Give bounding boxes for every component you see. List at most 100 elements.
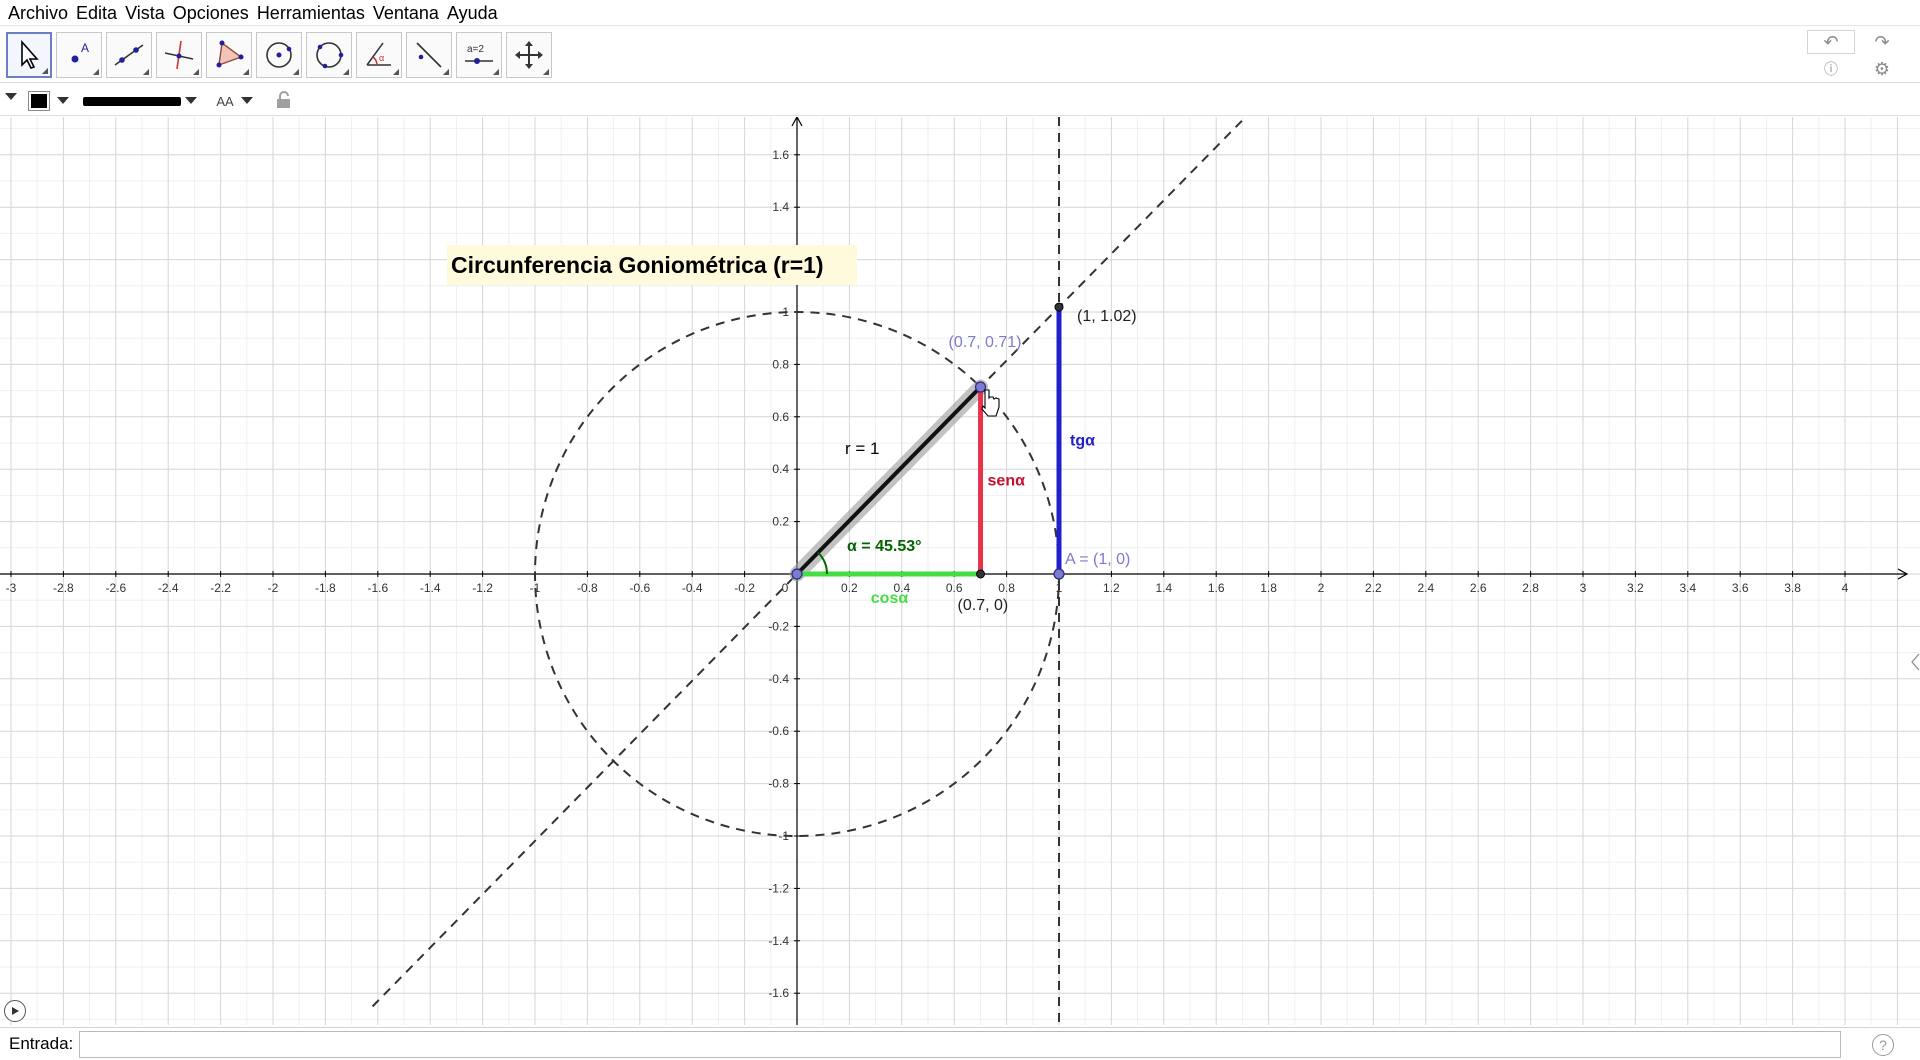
polygon-tool-button[interactable]: ◢ [206,32,252,78]
tool-dropdown-icon: ◢ [542,67,549,76]
menu-edita[interactable]: Edita [72,0,121,26]
unlock-icon [277,91,290,108]
style-bar: AA [0,84,1920,116]
tool-dropdown-icon: ◢ [92,67,99,76]
title-label: Circunferencia Goniométrica (r=1) [451,252,824,278]
slider-icon: a=2 [465,44,493,64]
x-tick-label: -2.8 [53,581,74,595]
point-p-label: (0.7, 0.71) [949,334,1022,351]
line-thickness-preview [83,96,181,106]
move-graphics-tool-button[interactable]: ◢ [506,32,552,78]
x-tick-label: 3.2 [1627,581,1644,595]
text-size-button[interactable]: AA [210,92,240,110]
settings-button[interactable]: ⚙ [1858,57,1906,81]
input-bar: Entrada: ? [0,1027,1920,1060]
help-icon: ⓘ [1824,61,1838,77]
radius-label: r = 1 [845,439,880,458]
x-tick-label: 1.8 [1260,581,1277,595]
redo-button[interactable]: ↷ [1858,30,1906,54]
lock-button[interactable] [274,89,294,111]
angle-label: α = 45.53° [847,538,922,555]
y-tick-label: 1.4 [772,200,789,214]
cos-foot-point[interactable] [976,569,986,579]
x-tick-label: -0.4 [682,581,703,595]
reflect-tool-button[interactable]: ◢ [406,32,452,78]
x-tick-label: -2.4 [158,581,179,595]
perpendicular-line-icon [164,40,194,70]
color-button[interactable] [28,91,50,111]
tool-dropdown-icon: ◢ [442,67,449,76]
x-tick-label: -0.8 [577,581,598,595]
move-tool-button[interactable]: ◢ [6,32,52,78]
sin-label: senα [988,473,1026,490]
tan-point[interactable] [1054,302,1064,312]
y-tick-label: -0.6 [768,724,789,738]
menu-bar: Archivo Edita Vista Opciones Herramienta… [0,0,1920,26]
input-help-button[interactable]: ? [1872,1034,1894,1056]
x-tick-label: 2.2 [1365,581,1382,595]
x-tick-label: 0.2 [841,581,858,595]
menu-opciones[interactable]: Opciones [169,0,253,26]
tool-dropdown-icon: ◢ [492,67,499,76]
x-tick-label: -1.6 [367,581,388,595]
x-tick-label: -0.6 [629,581,650,595]
circle-point-p[interactable] [974,381,987,393]
circle-center-icon [266,42,292,68]
x-tick-label: -1.8 [315,581,336,595]
y-tick-label: 0.4 [772,462,789,476]
color-swatch [31,94,47,108]
x-tick-label: -0.2 [734,581,755,595]
menu-archivo[interactable]: Archivo [4,0,72,26]
tool-dropdown-icon: ◢ [41,66,48,75]
stylebar-toggle[interactable] [4,90,18,104]
x-tick-label: 2.4 [1417,581,1434,595]
reflect-line-icon [416,42,442,68]
hand-cursor-icon [981,389,1000,417]
point-a[interactable] [1053,568,1065,580]
x-tick-label: 3.4 [1679,581,1696,595]
tool-dropdown-icon: ◢ [192,67,199,76]
svg-text:A: A [81,41,89,55]
x-tick-label: 0.6 [946,581,963,595]
x-tick-label: -2.6 [105,581,126,595]
point-tool-button[interactable]: A ◢ [56,32,102,78]
point-icon: A [71,41,89,63]
circle-three-points-tool-button[interactable]: ◢ [306,32,352,78]
x-tick-label: 0.8 [998,581,1015,595]
undo-button[interactable]: ↶ [1807,30,1855,54]
x-tick-label: 2.8 [1522,581,1539,595]
circle-tool-button[interactable]: ◢ [256,32,302,78]
input-label: Entrada: [9,1034,74,1053]
y-tick-label: -1.4 [768,934,789,948]
menu-herramientas[interactable]: Herramientas [253,0,369,26]
x-tick-label: 3 [1580,581,1587,595]
tool-dropdown-icon: ◢ [292,67,299,76]
tool-dropdown-icon: ◢ [242,67,249,76]
animation-play-button[interactable] [4,1000,26,1022]
perpendicular-line-tool-button[interactable]: ◢ [156,32,202,78]
menu-vista[interactable]: Vista [121,0,169,26]
angle-tool-button[interactable]: α ◢ [356,32,402,78]
input-field[interactable] [79,1030,1842,1058]
chevron-down-icon [241,97,253,104]
gear-icon: ⚙ [1873,58,1891,79]
help-tool-button[interactable]: ⓘ [1807,57,1855,81]
line-style-button[interactable] [82,93,182,109]
graphics-view[interactable]: -3 -2.8 -2.6 -2.4 -2.2 -2 -1.8 -1.6 -1.4 -1.2 -1 -0… [0,117,1920,1025]
x-tick-label: -1.2 [472,581,493,595]
side-panel-arrow[interactable] [1910,652,1920,672]
origin-point[interactable] [791,568,803,580]
menu-ayuda[interactable]: Ayuda [443,0,502,26]
chevron-left-icon [1911,653,1920,671]
line-tool-button[interactable]: ◢ [106,32,152,78]
y-tick-label: -1.2 [768,881,789,895]
text-size-dropdown[interactable] [240,96,254,106]
x-tick-label: -2.2 [210,581,231,595]
menu-ventana[interactable]: Ventana [369,0,443,26]
slider-tool-button[interactable]: a=2 ◢ [456,32,502,78]
graphics-canvas[interactable]: -3 -2.8 -2.6 -2.4 -2.2 -2 -1.8 -1.6 -1.4 -1.2 -1 -0… [0,117,1920,1025]
color-dropdown[interactable] [56,96,70,106]
x-tick-label: 3.8 [1784,581,1801,595]
line-style-dropdown[interactable] [184,96,198,106]
cos-label: cosα [871,590,909,607]
